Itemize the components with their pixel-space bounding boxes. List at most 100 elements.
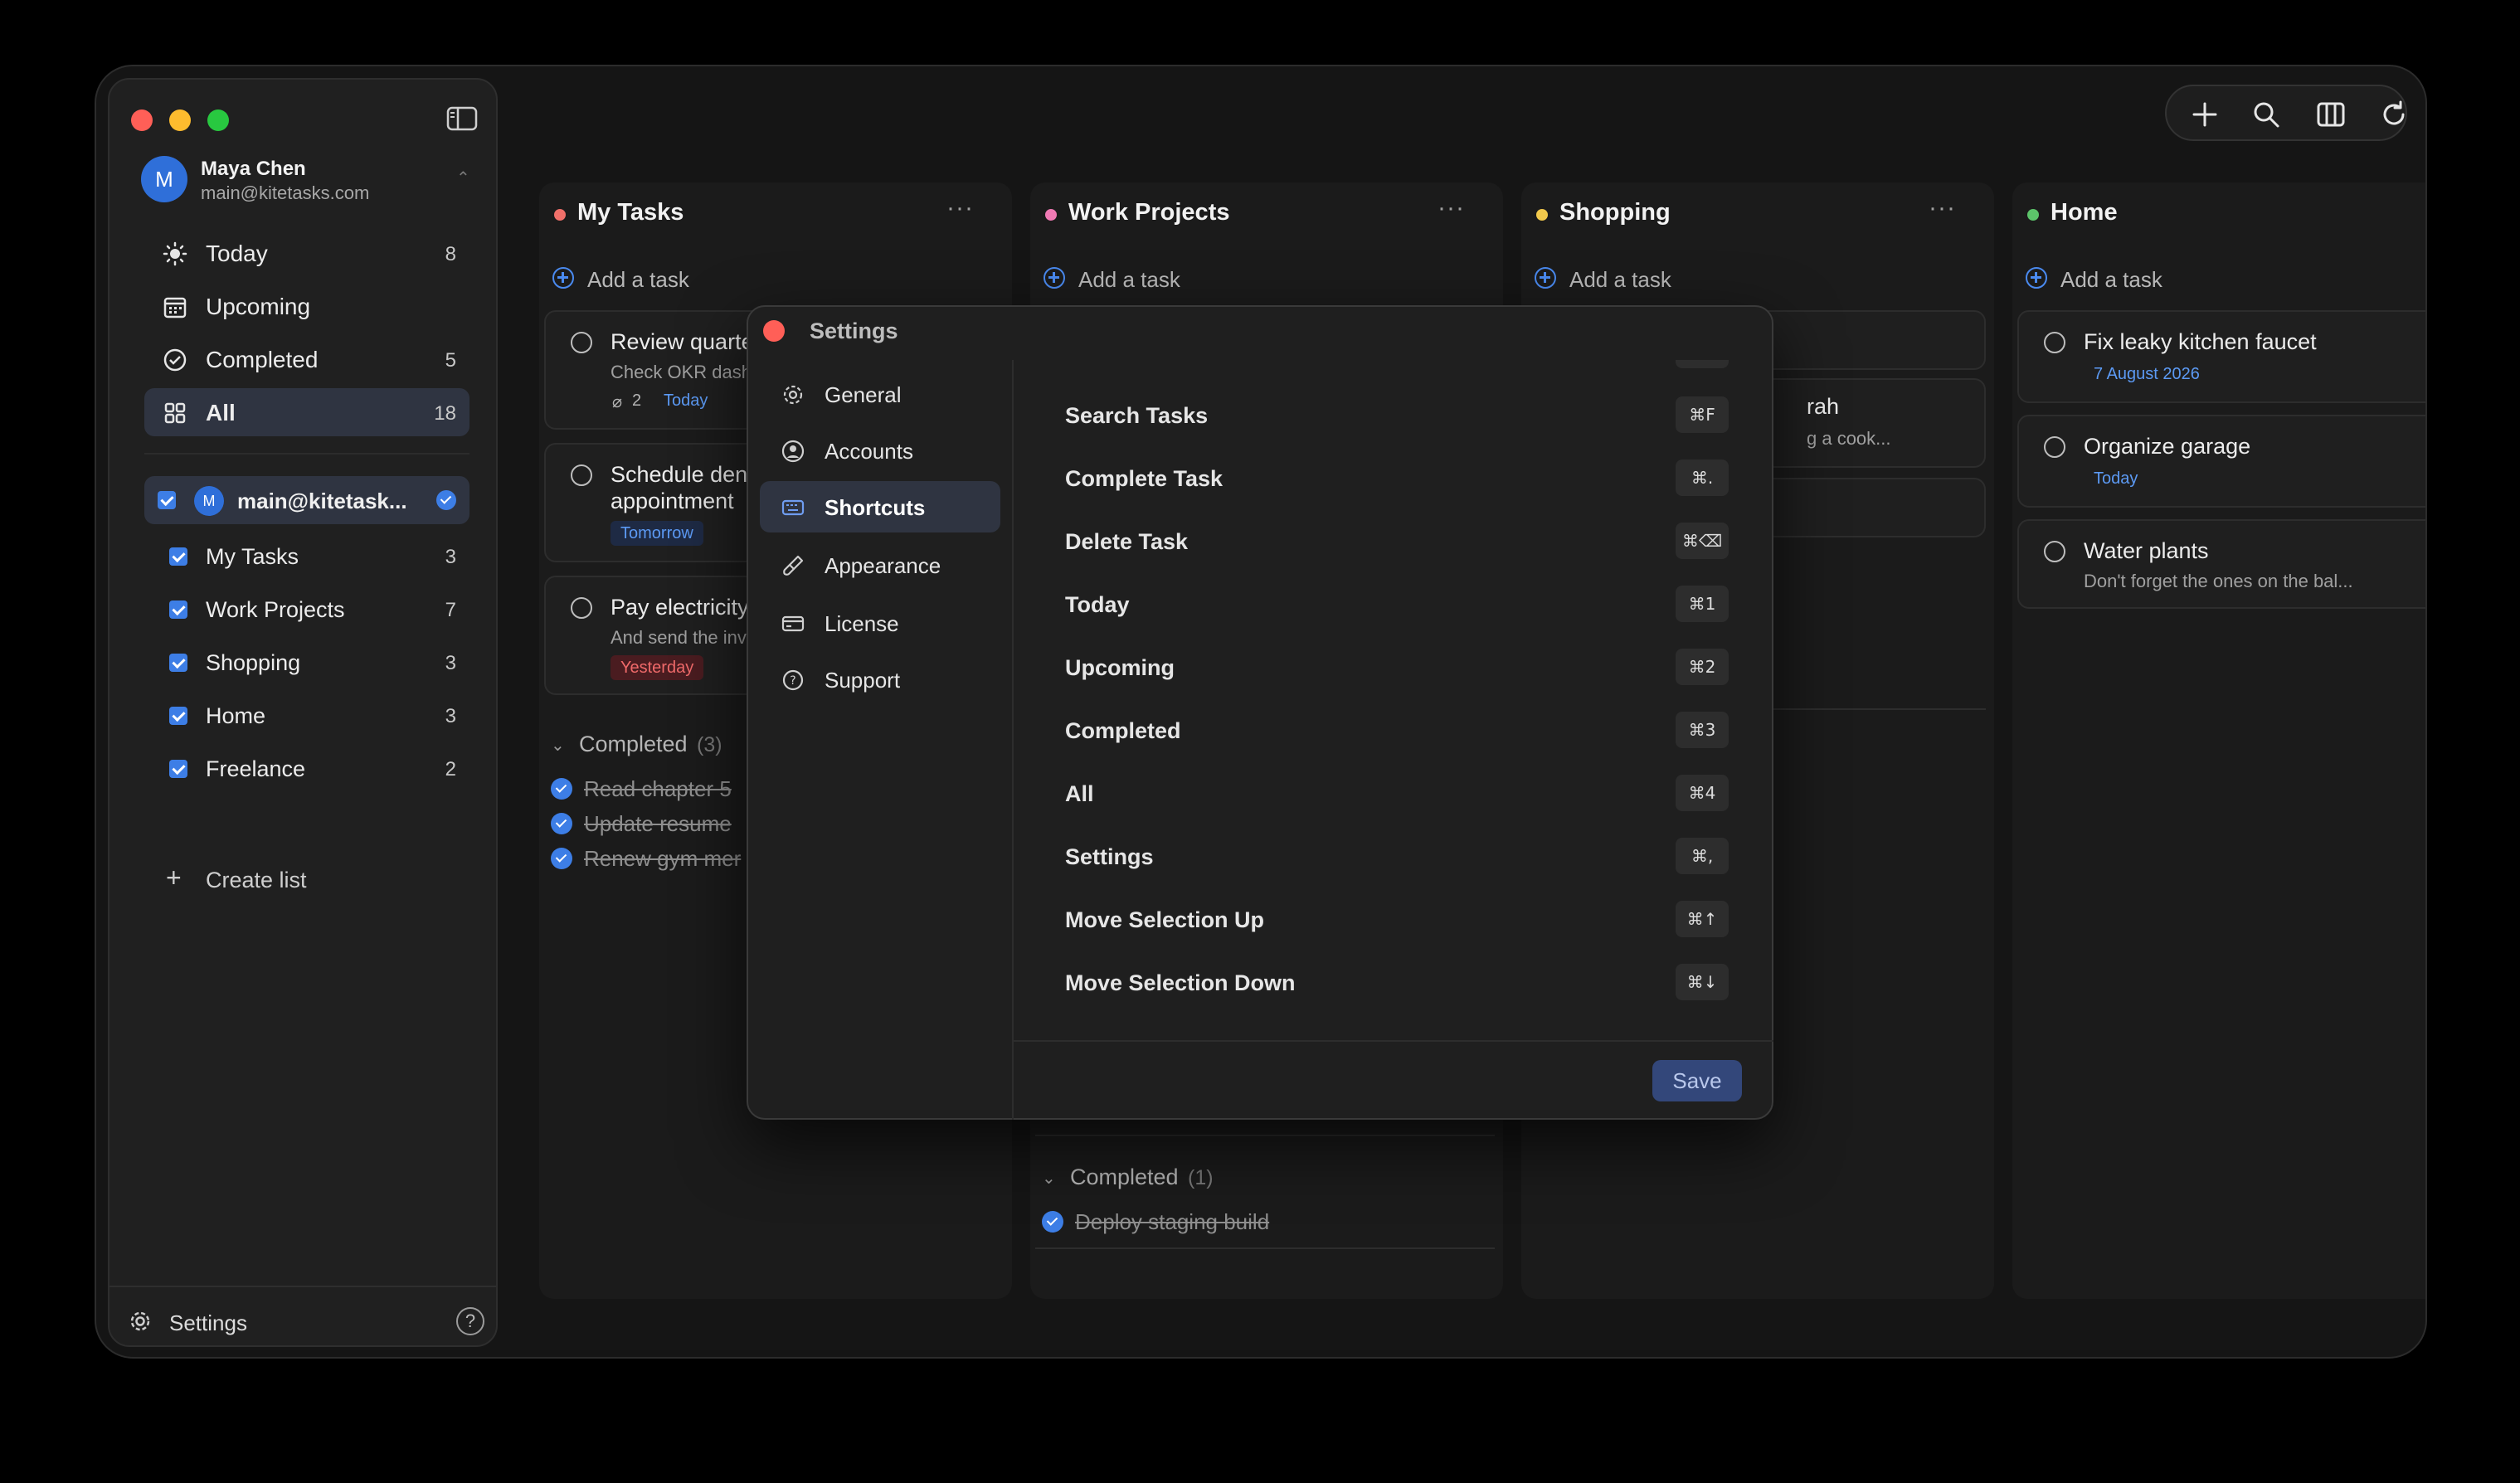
account-switcher[interactable]: M Maya Chen main@kitetasks.com ⌃ [141,156,473,206]
list-checkbox[interactable] [169,600,187,619]
more-icon[interactable]: ··· [1929,194,1956,222]
shortcuts-panel[interactable]: Search Tasks ⌘F Complete Task ⌘. Delete … [1014,360,1773,1043]
shortcut-key-partial [1676,360,1729,368]
settings-tab-shortcuts[interactable]: Shortcuts [760,481,1000,532]
list-count: 2 [445,758,456,780]
create-list-button[interactable]: + Create list [144,859,469,901]
task-title: Review quarte [611,329,754,354]
zoom-window-button[interactable] [207,109,229,131]
column-title: Home [2051,199,2118,226]
refresh-icon[interactable] [2379,100,2409,129]
add-task-button[interactable]: Add a task [1535,264,1966,297]
settings-tab-label: License [825,611,899,636]
paperclip-icon: ⌀ [612,393,623,411]
task-checkbox[interactable] [571,597,592,619]
help-icon[interactable]: ? [456,1307,484,1335]
minimize-window-button[interactable] [169,109,191,131]
sidebar-list-work-projects[interactable]: Work Projects 7 [144,586,469,634]
list-checkbox[interactable] [169,547,187,566]
task-checkbox-checked[interactable] [1042,1211,1063,1233]
sidebar-toggle-icon[interactable] [446,106,478,131]
list-color-dot [2027,209,2039,221]
add-circle-icon [1535,267,1556,289]
settings-button[interactable]: Settings [128,1306,377,1339]
task-checkbox-checked[interactable] [551,848,572,869]
settings-dialog: Settings General Accounts Shortcuts Appe… [747,305,1773,1120]
list-label: Work Projects [206,597,345,622]
shortcut-row: Completed ⌘3 [1065,710,1729,751]
completed-task[interactable]: Deploy staging build [1042,1206,1473,1236]
columns-icon[interactable] [2316,100,2346,129]
task-checkbox[interactable] [571,332,592,353]
close-dialog-button[interactable] [763,320,785,342]
shortcut-key-button[interactable]: ⌘1 [1676,586,1729,622]
task-card[interactable]: Organize garage Today [2017,415,2425,508]
plus-icon[interactable] [2190,100,2220,129]
task-checkbox[interactable] [571,464,592,486]
settings-tab-support[interactable]: ? Support [760,654,1000,705]
account-checkbox[interactable] [158,491,176,509]
add-task-label: Add a task [587,267,689,292]
shortcut-label: Complete Task [1065,466,1224,491]
task-title-line2: appointment [611,489,734,513]
item-count: 18 [434,402,456,425]
more-icon[interactable]: ··· [946,194,974,222]
settings-tab-label: Shortcuts [825,495,926,520]
shortcut-key-button[interactable]: ⌘2 [1676,649,1729,685]
settings-tab-accounts[interactable]: Accounts [760,425,1000,476]
settings-tab-appearance[interactable]: Appearance [760,539,1000,591]
shortcut-label: Search Tasks [1065,403,1209,428]
task-checkbox-checked[interactable] [551,778,572,800]
task-card[interactable]: Water plants Don't forget the ones on th… [2017,519,2425,609]
divider [1035,1247,1495,1249]
sidebar-list-freelance[interactable]: Freelance 2 [144,745,469,793]
shortcut-key-button[interactable]: ⌘F [1676,396,1729,433]
shortcut-key-button[interactable]: ⌘. [1676,459,1729,496]
settings-tab-license[interactable]: License [760,597,1000,649]
sidebar-item-all[interactable]: All 18 [144,388,469,436]
close-window-button[interactable] [131,109,153,131]
completed-section-toggle[interactable]: ⌄ Completed (1) [1042,1163,1374,1193]
shortcut-row: Delete Task ⌘⌫ [1065,521,1729,562]
shortcut-key-button[interactable]: ⌘⌫ [1676,523,1729,559]
list-checkbox[interactable] [169,707,187,725]
save-button[interactable]: Save [1652,1060,1742,1101]
add-task-button[interactable]: Add a task [1044,264,1475,297]
task-checkbox[interactable] [2044,436,2065,458]
sidebar-list-home[interactable]: Home 3 [144,692,469,740]
search-icon[interactable] [2251,100,2281,129]
task-checkbox[interactable] [2044,332,2065,353]
column-title: My Tasks [577,199,684,226]
shortcut-key-button[interactable]: ⌘↑ [1676,901,1729,937]
list-checkbox[interactable] [169,654,187,672]
sidebar-item-today[interactable]: Today 8 [144,229,469,277]
completed-label: Completed [579,732,688,756]
task-card[interactable]: Fix leaky kitchen faucet 7 August 2026 [2017,310,2425,403]
svg-text:?: ? [790,674,795,688]
due-tag: Today [2094,469,2138,488]
gear-icon [130,1311,150,1331]
settings-tab-general[interactable]: General [760,368,1000,420]
task-checkbox-checked[interactable] [551,813,572,834]
add-task-button[interactable]: Add a task [552,264,984,297]
add-task-button[interactable]: Add a task [2026,264,2425,297]
sidebar-list-shopping[interactable]: Shopping 3 [144,639,469,687]
sidebar-list-my-tasks[interactable]: My Tasks 3 [144,532,469,581]
completed-count: (1) [1188,1166,1214,1189]
sidebar-item-label: Completed [206,347,319,372]
shortcut-key-button[interactable]: ⌘4 [1676,775,1729,811]
shortcut-key-button[interactable]: ⌘↓ [1676,964,1729,1000]
list-color-dot [554,209,566,221]
shortcut-key-button[interactable]: ⌘3 [1676,712,1729,748]
task-checkbox[interactable] [2044,541,2065,562]
sidebar-item-completed[interactable]: Completed 5 [144,335,469,383]
list-checkbox[interactable] [169,760,187,778]
attachment-count: 2 [632,391,642,410]
settings-tab-label: General [825,382,902,407]
more-icon[interactable]: ··· [1438,194,1465,222]
list-color-dot [1045,209,1057,221]
sidebar-item-upcoming[interactable]: Upcoming [144,282,469,330]
account-filter-row[interactable]: M main@kitetask... [144,476,469,524]
plus-icon: + [166,863,182,892]
shortcut-key-button[interactable]: ⌘, [1676,838,1729,874]
